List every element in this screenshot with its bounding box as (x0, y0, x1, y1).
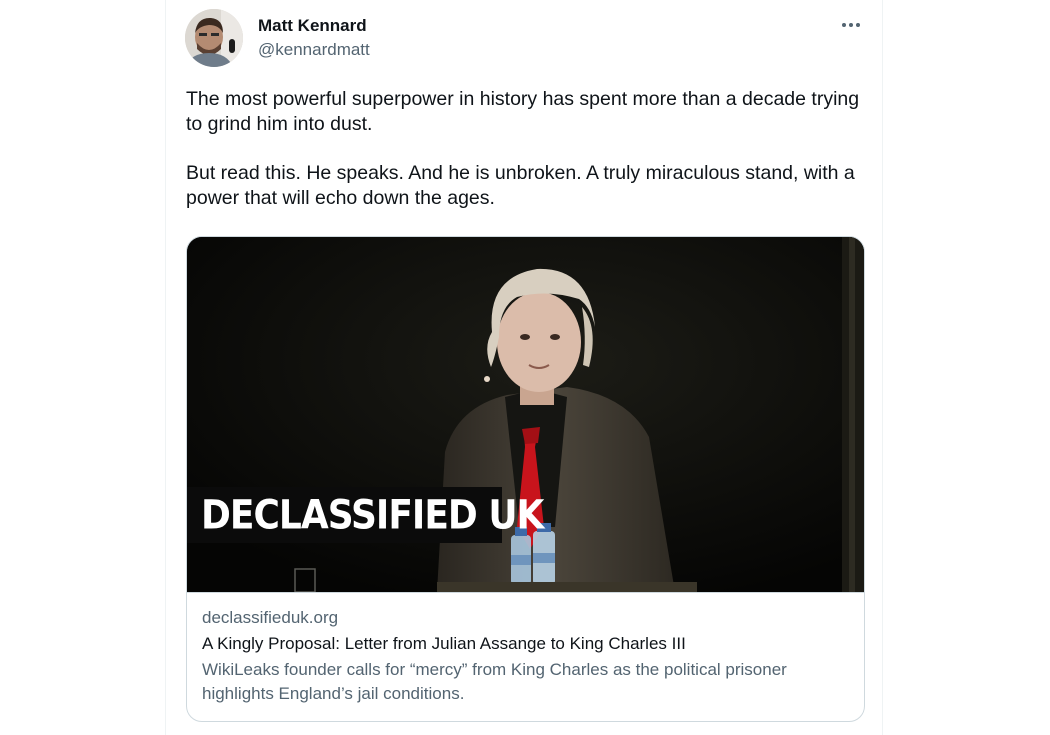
brand-logo-text: DECLASSIFIED UK (201, 492, 544, 538)
card-domain: declassifieduk.org (202, 608, 339, 627)
tweet-paragraph: The most powerful superpower in history … (186, 88, 860, 135)
avatar[interactable] (185, 9, 243, 67)
card-image[interactable]: DECLASSIFIED UK (187, 237, 864, 592)
link-preview-card[interactable]: DECLASSIFIED UK declassifieduk.org A Kin… (186, 236, 865, 722)
more-horizontal-icon (842, 23, 860, 27)
author-handle[interactable]: @kennardmatt (258, 40, 370, 60)
card-title: A Kingly Proposal: Letter from Julian As… (202, 634, 686, 653)
page: Matt Kennard @kennardmatt The most power… (0, 0, 1050, 735)
tweet-text: The most powerful superpower in history … (186, 87, 866, 235)
avatar-photo (185, 9, 243, 67)
author-name[interactable]: Matt Kennard (258, 16, 370, 36)
card-description: WikiLeaks founder calls for “mercy” from… (202, 660, 787, 703)
more-options-button[interactable] (838, 14, 864, 36)
brand-banner: DECLASSIFIED UK (187, 487, 544, 543)
card-meta[interactable]: declassifieduk.org A Kingly Proposal: Le… (187, 592, 864, 706)
tweet-column: Matt Kennard @kennardmatt The most power… (165, 0, 883, 735)
author-block: Matt Kennard @kennardmatt (258, 16, 370, 60)
tweet-paragraph: But read this. He speaks. And he is unbr… (186, 162, 855, 209)
